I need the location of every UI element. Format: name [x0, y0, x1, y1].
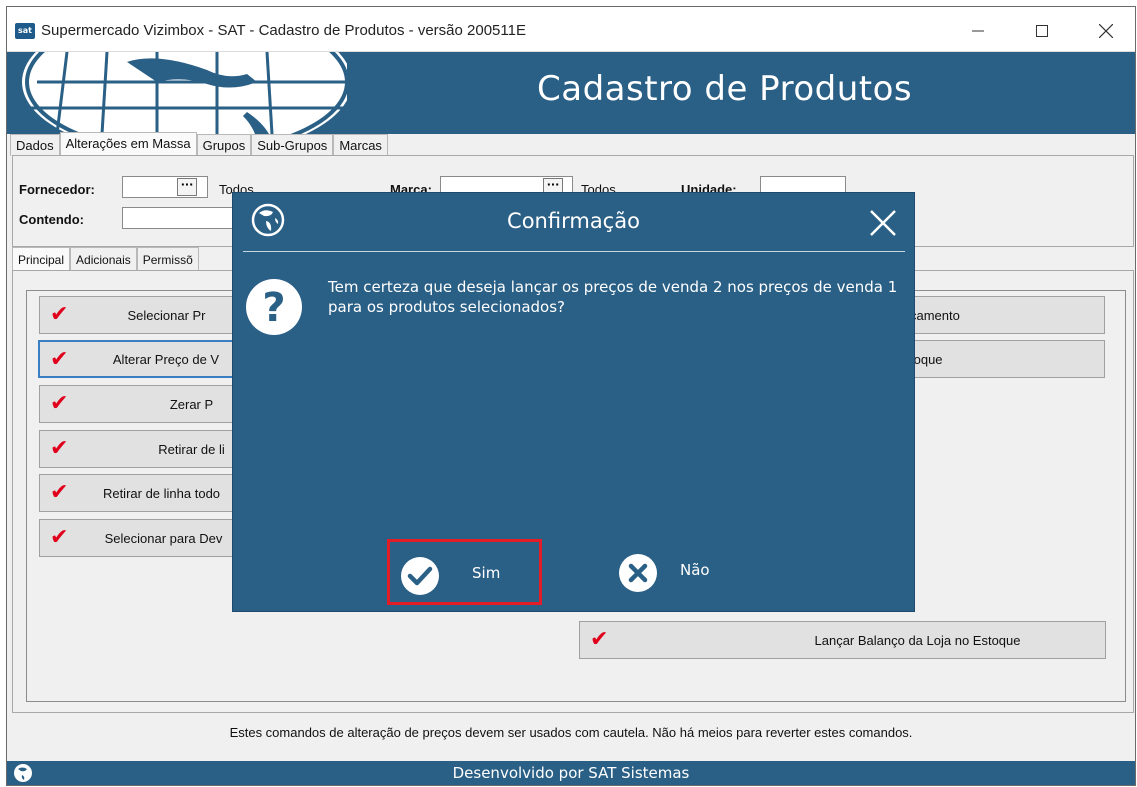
- no-label: Não: [680, 561, 710, 579]
- window-title: Supermercado Vizimbox - SAT - Cadastro d…: [41, 22, 526, 39]
- select-products-button[interactable]: ✔ Selecionar Pr: [39, 296, 254, 334]
- dialog-title: Confirmação: [507, 209, 640, 233]
- no-button[interactable]: Não: [608, 539, 763, 605]
- right-action-button-2[interactable]: toque: [887, 340, 1105, 378]
- title-bar: sat Supermercado Vizimbox - SAT - Cadast…: [7, 7, 1135, 52]
- maximize-icon: [1036, 25, 1048, 37]
- question-icon: ?: [246, 279, 302, 335]
- yes-button[interactable]: Sim: [387, 539, 542, 605]
- caution-note: Estes comandos de alteração de preços de…: [229, 725, 913, 740]
- sub-tabs: Principal Adicionais Permissõ: [12, 247, 199, 271]
- x-circle-icon: [619, 554, 657, 592]
- close-icon[interactable]: [866, 206, 900, 240]
- status-bar-text: Desenvolvido por SAT Sistemas: [452, 764, 690, 782]
- svg-text:?: ?: [262, 285, 285, 331]
- minimize-icon: [972, 30, 984, 32]
- contendo-label: Contendo:: [19, 212, 84, 227]
- yes-label: Sim: [472, 564, 501, 582]
- tab-adicionais[interactable]: Adicionais: [70, 247, 137, 271]
- main-tabs: Dados Alterações em Massa Grupos Sub-Gru…: [10, 132, 388, 156]
- fornecedor-label: Fornecedor:: [19, 182, 95, 197]
- tab-principal[interactable]: Principal: [12, 247, 71, 271]
- close-icon: [1099, 24, 1113, 38]
- banner-title: Cadastro de Produtos: [537, 69, 913, 109]
- dialog-separator: [243, 251, 905, 252]
- confirmation-dialog: Confirmação ? Tem certeza que deseja lan…: [232, 192, 915, 612]
- status-bar: Desenvolvido por SAT Sistemas: [7, 761, 1135, 785]
- header-banner: Cadastro de Produtos: [7, 52, 1135, 134]
- app-logo-icon: sat: [15, 23, 35, 39]
- globe-logo-icon: [22, 52, 347, 134]
- dialog-message: Tem certeza que deseja lançar os preços …: [328, 278, 898, 316]
- fornecedor-lookup-button[interactable]: ···: [177, 178, 197, 196]
- minimize-button[interactable]: [955, 15, 1001, 47]
- maximize-button[interactable]: [1019, 15, 1065, 47]
- tab-grupos[interactable]: Grupos: [196, 134, 252, 156]
- tab-alteracoes-em-massa[interactable]: Alterações em Massa: [59, 132, 197, 156]
- tab-marcas[interactable]: Marcas: [333, 134, 388, 156]
- tab-dados[interactable]: Dados: [10, 134, 60, 156]
- zero-prices-button[interactable]: ✔ Zerar P: [39, 385, 254, 423]
- tab-permissoes[interactable]: Permissõ: [136, 247, 199, 271]
- close-window-button[interactable]: [1083, 15, 1129, 47]
- launch-store-balance-button[interactable]: ✔ Lançar Balanço da Loja no Estoque: [579, 621, 1106, 659]
- contendo-input[interactable]: [122, 207, 242, 229]
- tab-sub-grupos[interactable]: Sub-Grupos: [251, 134, 334, 156]
- remove-all-from-line-button[interactable]: ✔ Retirar de linha todo: [39, 474, 254, 512]
- select-for-return-button[interactable]: ✔ Selecionar para Dev: [39, 519, 254, 557]
- app-window: sat Supermercado Vizimbox - SAT - Cadast…: [6, 6, 1136, 786]
- right-action-button-1[interactable]: çamento: [887, 296, 1105, 334]
- check-circle-icon: [401, 557, 439, 595]
- change-sale-price-button[interactable]: ✔ Alterar Preço de V: [38, 340, 254, 378]
- remove-from-line-button[interactable]: ✔ Retirar de li: [39, 430, 254, 468]
